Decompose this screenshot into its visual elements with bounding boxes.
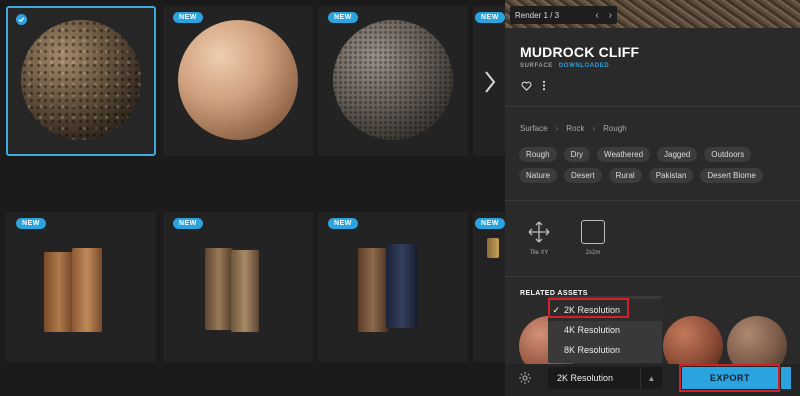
- divider: [505, 106, 800, 107]
- tile-xy-label: Tile XY: [529, 250, 549, 256]
- new-badge: NEW: [173, 12, 203, 23]
- asset-subtitle: SURFACE DOWNLOADED: [520, 63, 609, 69]
- material-preview-sphere: [333, 20, 453, 140]
- book-preview: [44, 252, 74, 332]
- tag-list: Rough Dry Weathered Jagged Outdoors Natu…: [519, 147, 789, 183]
- new-badge: NEW: [173, 218, 203, 229]
- chevron-up-icon[interactable]: ▲: [640, 367, 662, 389]
- menu-item-label: 4K Resolution: [564, 325, 621, 335]
- breadcrumb-item-surface[interactable]: Surface: [520, 124, 548, 133]
- tag-chip[interactable]: Weathered: [597, 147, 651, 162]
- chevron-right-icon[interactable]: ›: [609, 10, 612, 21]
- texture-tools: Tile XY 2x2m: [527, 220, 605, 256]
- render-counter: Render 1 / 3: [515, 10, 560, 20]
- book-preview: [231, 250, 259, 332]
- breadcrumb-item-rock[interactable]: Rock: [566, 124, 584, 133]
- asset-card-book-1[interactable]: NEW: [6, 212, 156, 362]
- tag-chip[interactable]: Desert Biome: [700, 168, 763, 183]
- breadcrumb-item-rough[interactable]: Rough: [603, 124, 627, 133]
- tag-chip[interactable]: Nature: [519, 168, 558, 183]
- book-preview: [205, 248, 233, 330]
- material-preview-sphere: [21, 20, 141, 140]
- square-icon: [581, 220, 605, 244]
- resolution-select[interactable]: 2K Resolution ▲: [548, 367, 662, 389]
- tag-chip[interactable]: Jagged: [657, 147, 698, 162]
- resolution-select-value: 2K Resolution: [557, 373, 614, 383]
- asset-card-partial-2[interactable]: NEW: [473, 212, 505, 362]
- asset-actions: [521, 80, 546, 91]
- size-label: 2x2m: [585, 250, 601, 256]
- chevron-left-icon[interactable]: ‹: [595, 10, 598, 21]
- tag-chip[interactable]: Rough: [519, 147, 557, 162]
- new-badge: NEW: [475, 12, 505, 23]
- gear-icon[interactable]: [518, 371, 532, 385]
- asset-card-stone[interactable]: NEW: [318, 6, 468, 156]
- more-vertical-icon[interactable]: [542, 80, 546, 91]
- menu-item-8k[interactable]: 8K Resolution: [548, 339, 662, 361]
- export-options-button[interactable]: [781, 367, 791, 389]
- download-status: DOWNLOADED: [558, 63, 610, 69]
- highlight-export: [679, 364, 780, 392]
- chevron-right-icon: ›: [592, 124, 596, 133]
- book-preview: [386, 244, 418, 328]
- divider: [505, 276, 800, 277]
- new-badge: NEW: [328, 218, 358, 229]
- tag-chip[interactable]: Outdoors: [704, 147, 752, 162]
- highlight-2k-option: [548, 298, 629, 318]
- asset-card-wood[interactable]: NEW: [163, 6, 313, 156]
- material-preview-sphere: [178, 20, 298, 140]
- new-badge: NEW: [328, 12, 358, 23]
- selected-check-icon: [16, 14, 27, 25]
- book-preview: [72, 248, 102, 332]
- scroll-right-icon[interactable]: [484, 70, 496, 94]
- render-navigator: Render 1 / 3 ‹ ›: [510, 6, 617, 24]
- divider: [505, 200, 800, 201]
- asset-card-book-3[interactable]: NEW: [318, 212, 468, 362]
- asset-category: SURFACE: [520, 63, 553, 69]
- tag-chip[interactable]: Rural: [608, 168, 642, 183]
- asset-title: MUDROCK CLIFF: [520, 44, 640, 60]
- asset-card-mudrock[interactable]: [6, 6, 156, 156]
- chevron-right-icon: ›: [555, 124, 559, 133]
- app-root: NEW NEW NEW NEW NEW NEW NEW Render 1 / 3: [0, 0, 800, 396]
- size-tool[interactable]: 2x2m: [581, 220, 605, 256]
- move-arrows-icon: [528, 221, 550, 243]
- book-preview: [487, 238, 499, 258]
- menu-item-4k[interactable]: 4K Resolution: [548, 319, 662, 341]
- tag-chip[interactable]: Pakistan: [648, 168, 694, 183]
- book-preview: [358, 248, 388, 332]
- tag-chip[interactable]: Desert: [564, 168, 602, 183]
- asset-card-book-2[interactable]: NEW: [163, 212, 313, 362]
- menu-item-label: 8K Resolution: [564, 345, 621, 355]
- tag-chip[interactable]: Dry: [563, 147, 591, 162]
- tile-xy-tool[interactable]: Tile XY: [527, 220, 551, 256]
- heart-icon[interactable]: [521, 81, 532, 91]
- breadcrumb: Surface › Rock › Rough: [520, 124, 627, 133]
- new-badge: NEW: [475, 218, 505, 229]
- new-badge: NEW: [16, 218, 46, 229]
